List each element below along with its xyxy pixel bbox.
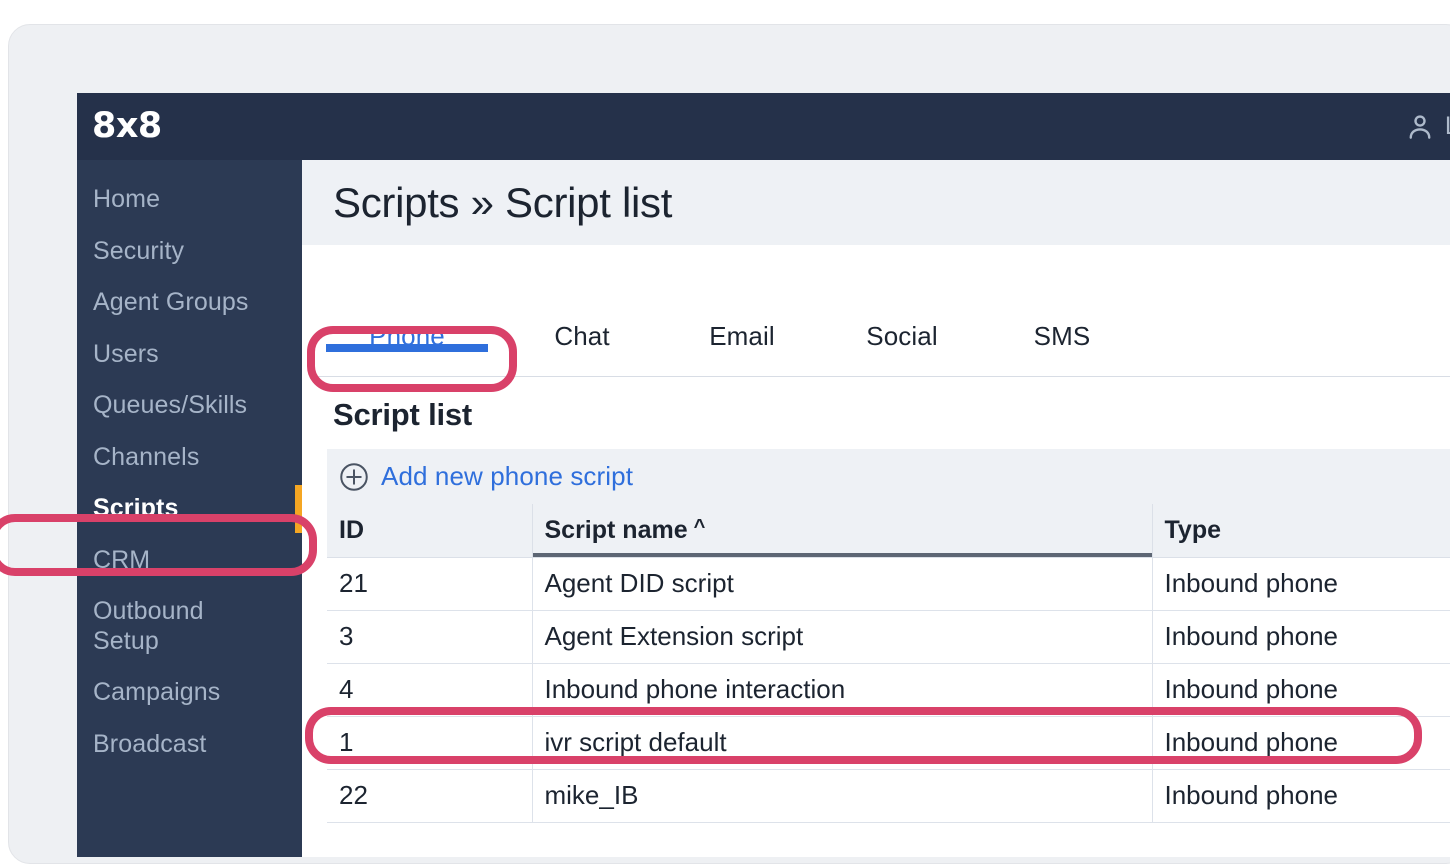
sidebar-nav: Home Security Agent Groups Users Queues/… — [77, 160, 302, 857]
cell-type: Inbound phone — [1152, 716, 1450, 770]
cell-script-name[interactable]: mike_IB — [532, 769, 1153, 823]
column-header-type[interactable]: Type — [1152, 504, 1450, 558]
sidebar-item-broadcast[interactable]: Broadcast — [77, 719, 302, 771]
add-new-phone-script-link[interactable]: Add new phone script — [381, 461, 633, 492]
sidebar-item-users[interactable]: Users — [77, 329, 302, 381]
cell-type: Inbound phone — [1152, 769, 1450, 823]
top-header-bar: 8x8 L — [77, 93, 1450, 160]
column-header-type-label: Type — [1164, 515, 1222, 544]
sidebar-item-scripts[interactable]: Scripts — [77, 483, 302, 535]
column-header-script-name[interactable]: Script name ^ — [532, 504, 1153, 558]
sidebar-item-crm[interactable]: CRM — [77, 535, 302, 587]
cell-type: Inbound phone — [1152, 610, 1450, 664]
user-icon[interactable] — [1405, 111, 1435, 143]
column-header-script-name-label: Script name — [544, 515, 688, 544]
table-row[interactable]: 21 Agent DID script Inbound phone — [327, 557, 1450, 611]
sidebar-item-campaigns[interactable]: Campaigns — [77, 667, 302, 719]
cell-script-name[interactable]: Inbound phone interaction — [532, 663, 1153, 717]
sidebar-item-security[interactable]: Security — [77, 226, 302, 278]
cell-script-name[interactable]: Agent DID script — [532, 557, 1153, 611]
table-row[interactable]: 3 Agent Extension script Inbound phone — [327, 610, 1450, 664]
tab-social[interactable]: Social — [822, 314, 982, 352]
window-frame: 8x8 L Home Security Agent Groups Users Q… — [0, 24, 1450, 864]
cell-script-name[interactable]: Agent Extension script — [532, 610, 1153, 664]
column-header-id[interactable]: ID — [327, 504, 533, 558]
cell-type: Inbound phone — [1152, 663, 1450, 717]
sort-ascending-caret-icon[interactable]: ^ — [694, 516, 706, 538]
table-row[interactable]: 22 mike_IB Inbound phone — [327, 769, 1450, 823]
column-header-id-label: ID — [339, 515, 364, 544]
tab-chat[interactable]: Chat — [502, 314, 662, 352]
tab-email[interactable]: Email — [662, 314, 822, 352]
channel-tab-bar: Phone Chat Email Social SMS — [302, 314, 1450, 377]
cell-id: 22 — [327, 769, 533, 823]
table-header-row: ID Script name ^ Type — [327, 504, 1450, 558]
circle-plus-icon[interactable] — [339, 462, 369, 492]
sidebar-item-queues-skills[interactable]: Queues/Skills — [77, 380, 302, 432]
cell-id: 4 — [327, 663, 533, 717]
cell-type: Inbound phone — [1152, 557, 1450, 611]
sidebar-item-outbound-setup[interactable]: Outbound Setup — [77, 586, 302, 667]
logout-label[interactable]: L — [1445, 112, 1450, 141]
section-title: Script list — [333, 397, 473, 432]
cell-id: 21 — [327, 557, 533, 611]
main-content: Scripts » Script list Phone Chat Email S… — [302, 160, 1450, 857]
cell-id: 1 — [327, 716, 533, 770]
tab-sms[interactable]: SMS — [982, 314, 1142, 352]
app-shell: 8x8 L Home Security Agent Groups Users Q… — [77, 93, 1450, 857]
table-row[interactable]: 1 ivr script default Inbound phone — [327, 716, 1450, 770]
script-list-table: ID Script name ^ Type 21 Agent DID script… — [327, 504, 1450, 823]
cell-id: 3 — [327, 610, 533, 664]
cell-script-name[interactable]: ivr script default — [532, 716, 1153, 770]
tab-phone[interactable]: Phone — [312, 314, 502, 352]
table-head: ID Script name ^ Type — [327, 504, 1450, 558]
table-row[interactable]: 4 Inbound phone interaction Inbound phon… — [327, 663, 1450, 717]
app-logo-8x8[interactable]: 8x8 — [92, 109, 162, 144]
topbar-user-area[interactable]: L — [1405, 111, 1450, 143]
table-toolbar: Add new phone script — [327, 449, 1450, 504]
table-body: 21 Agent DID script Inbound phone 3 Agen… — [327, 557, 1450, 823]
page-header-band: Scripts » Script list — [302, 160, 1450, 245]
breadcrumb-page-title: Scripts » Script list — [333, 178, 673, 226]
sidebar-item-home[interactable]: Home — [77, 174, 302, 226]
script-list-table-container: Add new phone script ID Script name ^ Typ… — [327, 449, 1450, 823]
sidebar-item-channels[interactable]: Channels — [77, 432, 302, 484]
sidebar-item-agent-groups[interactable]: Agent Groups — [77, 277, 302, 329]
